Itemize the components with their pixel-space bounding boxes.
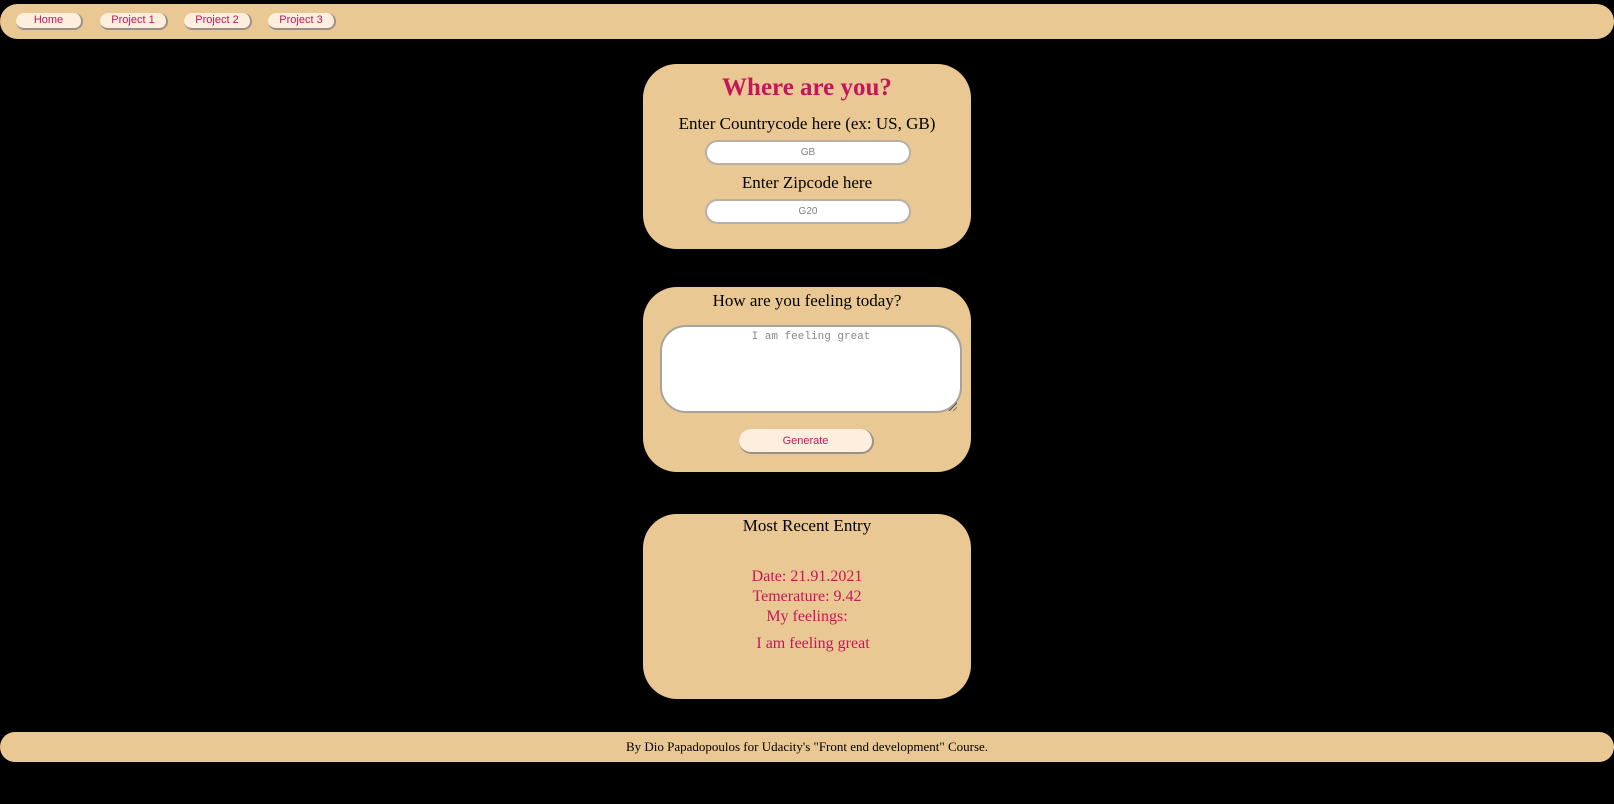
- nav-project-1-button[interactable]: Project 1: [100, 13, 168, 30]
- footer-text: By Dio Papadopoulos for Udacity's "Front…: [625, 739, 989, 754]
- entry-date: Date: 21.91.2021: [751, 568, 863, 585]
- entry-feelings-label: My feelings:: [766, 608, 848, 625]
- country-code-input[interactable]: [705, 140, 911, 165]
- location-card: Where are you? Enter Countrycode here (e…: [643, 64, 971, 249]
- nav-project-2-button[interactable]: Project 2: [184, 13, 252, 30]
- recent-entry-card: Most Recent Entry Date: 21.91.2021 Temer…: [643, 514, 971, 699]
- zip-code-input[interactable]: [705, 199, 911, 224]
- feelings-label: How are you feeling today?: [712, 291, 902, 310]
- location-title: Where are you?: [722, 74, 892, 101]
- recent-entry-title: Most Recent Entry: [742, 516, 872, 535]
- entry-temperature: Temerature: 9.42: [752, 588, 862, 605]
- footer: By Dio Papadopoulos for Udacity's "Front…: [0, 732, 1614, 762]
- top-nav-bar: Home Project 1 Project 2 Project 3: [0, 4, 1614, 39]
- feelings-card: How are you feeling today? Generate: [643, 287, 971, 472]
- nav-home-button[interactable]: Home: [16, 13, 83, 30]
- generate-button[interactable]: Generate: [739, 429, 874, 454]
- country-label: Enter Countrycode here (ex: US, GB): [678, 114, 936, 133]
- feelings-textarea[interactable]: [660, 325, 962, 413]
- zip-label: Enter Zipcode here: [741, 173, 873, 192]
- entry-feelings-text: I am feeling great: [756, 635, 870, 652]
- nav-project-3-button[interactable]: Project 3: [268, 13, 336, 30]
